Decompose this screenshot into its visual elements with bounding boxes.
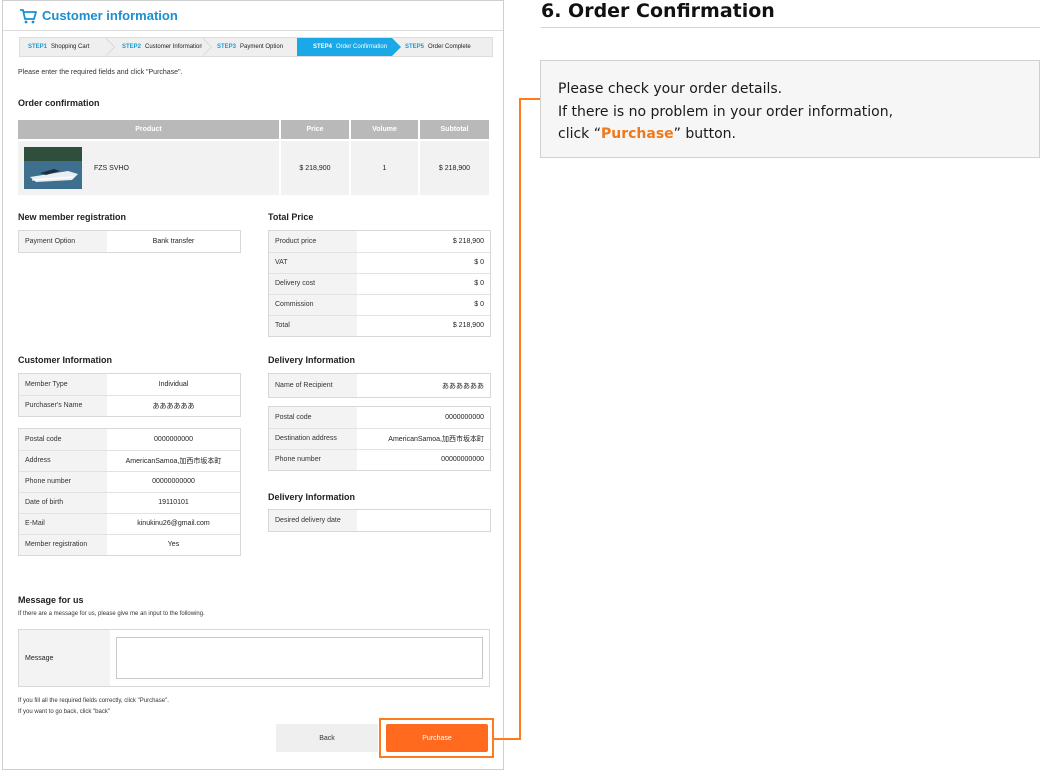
total-price-title: Total Price: [268, 212, 314, 222]
order-confirmation-title: Order confirmation: [18, 98, 100, 108]
table-row: Postal code 0000000000: [269, 407, 490, 429]
step-order-complete: STEP5 Order Complete: [405, 44, 471, 50]
instruction-callout: Please check your order details. If ther…: [540, 60, 1040, 158]
delivery-information-title-2: Delivery Information: [268, 492, 356, 502]
order-table: Product Price Volume Subtotal FZS SVHO $…: [18, 120, 489, 195]
table-row: Total $ 218,900: [269, 315, 490, 336]
customer-type-table: Member Type Individual Purchaser's Name ああ…: [18, 373, 241, 417]
step-customer-information: STEP2 Customer Information: [122, 44, 203, 50]
step-order-confirmation: STEP4 Order Confirmation: [297, 38, 392, 56]
table-row: Address AmericanSamoa,加西市坂本町: [19, 450, 240, 472]
step-payment-option: STEP3 Payment Option: [217, 44, 284, 50]
instruction-line-3: click “Purchase” button.: [558, 126, 737, 142]
table-row: Member Type Individual: [19, 374, 240, 396]
intro-text: Please enter the required fields and cli…: [18, 69, 183, 76]
connector-line: [519, 98, 541, 100]
table-row: Purchaser's Name ああああああ: [19, 395, 240, 416]
table-row: Name of Recipient ああああああ: [269, 374, 490, 397]
divider: [541, 27, 1040, 28]
back-button[interactable]: Back: [276, 724, 378, 752]
desired-delivery-date-value: [357, 510, 490, 531]
panel-header: Customer information: [3, 1, 503, 31]
table-row: Phone number 00000000000: [269, 449, 490, 470]
message-row: Message: [18, 629, 490, 687]
table-row: Destination address AmericanSamoa,加西市坂本町: [269, 428, 490, 450]
col-volume: Volume: [350, 120, 420, 140]
payment-option-table: Payment Option Bank transfer: [18, 230, 241, 253]
col-price: Price: [280, 120, 351, 140]
product-image: [24, 147, 82, 189]
customer-information-title: Customer Information: [18, 355, 113, 365]
col-product: Product: [18, 120, 281, 140]
footer-note-purchase: If you fill all the required fields corr…: [18, 698, 169, 704]
member-registration-title: New member registration: [18, 212, 127, 222]
message-note: If there are a message for us, please gi…: [18, 611, 205, 617]
product-price: $ 218,900: [280, 139, 351, 195]
table-row: Phone number 00000000000: [19, 471, 240, 493]
payment-option-value: Bank transfer: [152, 238, 195, 245]
total-price-table: Product price $ 218,900 VAT $ 0 Delivery c…: [268, 230, 491, 337]
instruction-title: 6. Order Confirmation: [541, 0, 775, 22]
purchase-emphasis: Purchase: [600, 126, 674, 142]
recipient-table: Name of Recipient ああああああ: [268, 373, 491, 398]
panel-title: Customer information: [42, 8, 178, 23]
product-volume: 1: [350, 139, 420, 195]
footer-note-back: If you want to go back, click "back": [18, 709, 110, 715]
delivery-information-title: Delivery Information: [268, 355, 356, 365]
table-row: Payment Option Bank transfer: [19, 231, 240, 252]
delivery-address-table: Postal code 0000000000 Destination addres…: [268, 406, 491, 471]
table-row: Postal code 0000000000: [19, 429, 240, 451]
table-row: Delivery cost $ 0: [269, 273, 490, 295]
connector-line: [519, 98, 521, 740]
product-subtotal: $ 218,900: [419, 139, 489, 195]
table-row: Member registration Yes: [19, 534, 240, 555]
purchase-button[interactable]: Purchase: [386, 724, 488, 752]
instruction-line-1: Please check your order details.: [558, 81, 783, 97]
delivery-date-table: Desired delivery date: [268, 509, 491, 532]
table-row: Product price $ 218,900: [269, 231, 490, 253]
message-textarea[interactable]: [116, 637, 483, 679]
checkout-steps: STEP1 Shopping Cart STEP2 Customer Informa…: [19, 37, 493, 57]
table-row: Commission $ 0: [269, 294, 490, 316]
table-row: E-Mail kinukinu26@gmail.com: [19, 513, 240, 535]
product-name: FZS SVHO: [94, 164, 130, 172]
instruction-line-2: If there is no problem in your order inf…: [558, 103, 894, 120]
message-title: Message for us: [18, 595, 84, 605]
table-row: FZS SVHO $ 218,900 1 $ 218,900: [18, 139, 489, 195]
step-shopping-cart: STEP1 Shopping Cart: [28, 44, 90, 50]
col-subtotal: Subtotal: [419, 120, 489, 140]
message-label: Message: [19, 630, 110, 686]
table-row: Desired delivery date: [269, 510, 490, 531]
table-row: Date of birth 19110101: [19, 492, 240, 514]
customer-details-table: Postal code 0000000000 Address AmericanSam…: [18, 428, 241, 556]
connector-line: [494, 738, 521, 740]
table-row: VAT $ 0: [269, 252, 490, 274]
cart-icon: [20, 8, 37, 23]
